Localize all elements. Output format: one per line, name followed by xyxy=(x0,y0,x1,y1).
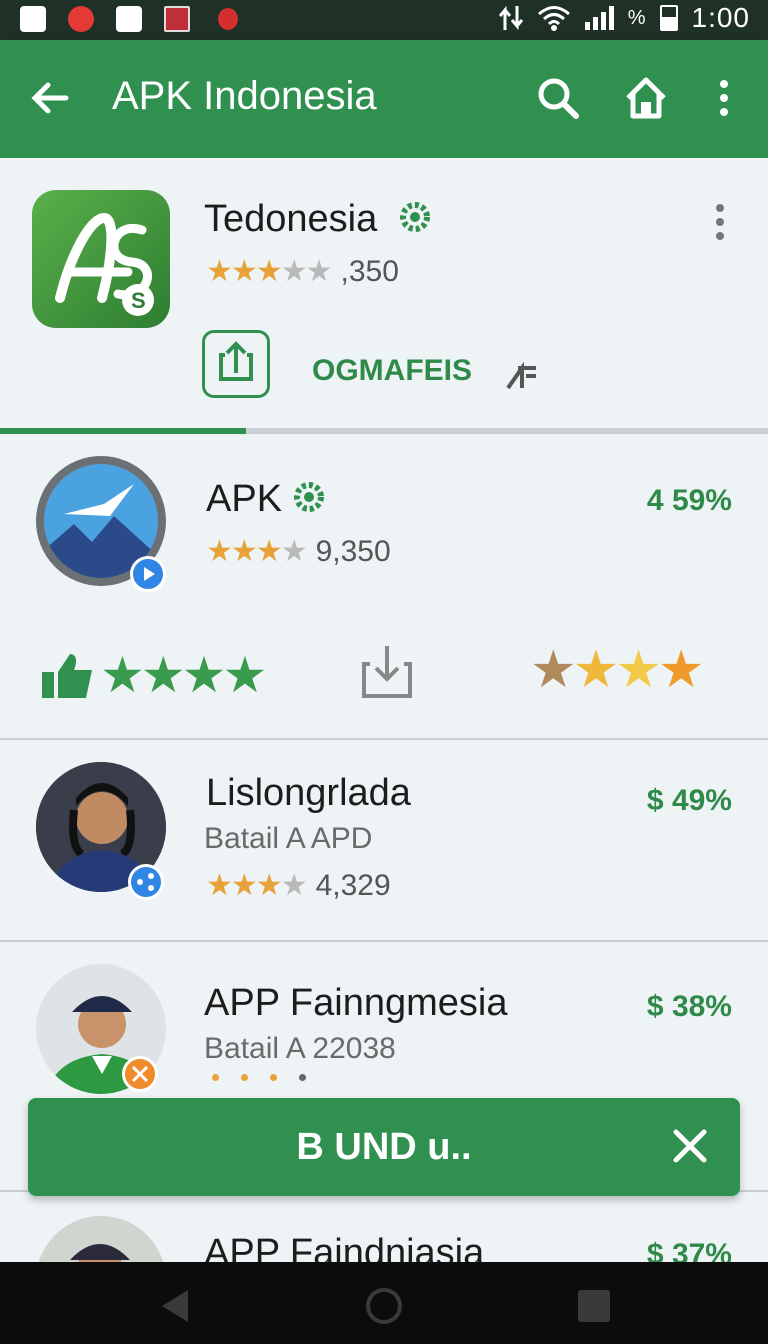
gallery-icon xyxy=(20,6,46,32)
app-subtitle: Batail A APD xyxy=(204,822,373,855)
home-icon[interactable] xyxy=(622,74,670,122)
data-arrows-icon xyxy=(498,5,523,31)
green-stars: ★★★★ xyxy=(100,647,267,703)
system-icons: % 1:00 xyxy=(498,2,750,34)
app-notification-icon xyxy=(68,6,94,32)
overflow-menu-icon[interactable] xyxy=(708,202,732,242)
featured-app-card[interactable]: S Tedonesia ★★★★★ ,350 OGMAFEIS xyxy=(0,158,768,434)
share-badge-icon xyxy=(128,864,164,900)
app-rating: ★★★★ 4,329 xyxy=(206,868,391,903)
person-avatar-icon xyxy=(36,1216,166,1262)
clock: 1:00 xyxy=(691,2,750,33)
back-arrow-icon[interactable] xyxy=(26,74,74,122)
list-item[interactable]: Lislongrlada Batail A APD $ 49% ★★★★ 4,3… xyxy=(0,740,768,940)
verified-badge-icon xyxy=(400,202,430,232)
app-subtitle: Batail A 22038 xyxy=(204,1032,396,1065)
rating-count: 9,350 xyxy=(315,534,391,568)
featured-app-icon: S xyxy=(32,190,170,328)
battery-label: % xyxy=(627,6,646,29)
close-icon[interactable] xyxy=(670,1126,710,1166)
progress-fill xyxy=(0,428,246,434)
snackbar-text: B UND u.. xyxy=(296,1126,472,1168)
app-name: APP Fainngmesia xyxy=(204,982,508,1024)
snackbar[interactable]: B UND u.. xyxy=(28,1098,740,1196)
list-item[interactable]: APK 4 59% ★★★★ 9,350 ★★★★ ★★★★ xyxy=(0,436,768,736)
app-rating: ★★★★ 9,350 xyxy=(206,534,391,569)
signal-icon xyxy=(584,6,614,30)
star-rating: ★★★★ xyxy=(206,869,308,902)
app-bar: APK Indonesia xyxy=(0,40,768,158)
back-nav-icon[interactable] xyxy=(156,1286,196,1326)
screenshot-icon xyxy=(116,6,142,32)
featured-app-name: Tedonesia xyxy=(204,198,378,240)
app-name: APP Faindniasia xyxy=(204,1232,485,1262)
like-rating[interactable]: ★★★★ xyxy=(40,646,267,704)
home-nav-icon[interactable] xyxy=(364,1286,404,1326)
apk-logo-icon: S xyxy=(55,212,154,316)
app-percent: $ 49% xyxy=(646,784,732,817)
install-button[interactable] xyxy=(202,330,270,398)
battery-icon xyxy=(659,5,678,31)
expand-arrow-icon[interactable] xyxy=(504,358,540,394)
rating-count: ,350 xyxy=(340,254,399,288)
rating-count: 4,329 xyxy=(315,868,391,902)
avatar xyxy=(36,1216,166,1262)
verified-badge-icon xyxy=(294,482,324,512)
status-bar: % 1:00 xyxy=(0,0,768,40)
featured-action-label[interactable]: OGMAFEIS xyxy=(312,354,472,388)
search-icon[interactable] xyxy=(534,74,582,122)
navigation-bar xyxy=(0,1262,768,1344)
gold-stars: ★★★★ xyxy=(530,641,704,699)
wifi-icon xyxy=(537,6,570,31)
svg-text:S: S xyxy=(131,288,146,313)
play-badge-icon xyxy=(130,556,166,592)
star-rating: ★★★★ xyxy=(206,535,308,568)
app-name: APK xyxy=(206,478,283,520)
share-icon xyxy=(219,341,253,381)
download-icon[interactable] xyxy=(360,642,414,700)
page-title: APK Indonesia xyxy=(112,74,377,118)
list-item[interactable]: APP Faindniasia $ 37% xyxy=(0,1192,768,1262)
recents-nav-icon[interactable] xyxy=(574,1286,614,1326)
more-vert-icon[interactable] xyxy=(700,74,748,122)
loading-dots xyxy=(212,1074,306,1081)
app-name: Lislongrlada xyxy=(206,772,411,814)
star-rating: ★★★★★ xyxy=(206,255,332,288)
tools-badge-icon xyxy=(122,1056,158,1092)
app-percent: $ 38% xyxy=(646,990,732,1023)
app-percent: 4 59% xyxy=(646,484,732,517)
progress-track xyxy=(0,428,768,434)
app-percent: $ 37% xyxy=(646,1238,732,1262)
drop-icon xyxy=(218,8,238,30)
notification-icons xyxy=(20,6,238,32)
featured-rating: ★★★★★ ,350 xyxy=(206,254,399,289)
thumbs-up-icon xyxy=(42,654,92,698)
image-notification-icon xyxy=(164,6,190,32)
